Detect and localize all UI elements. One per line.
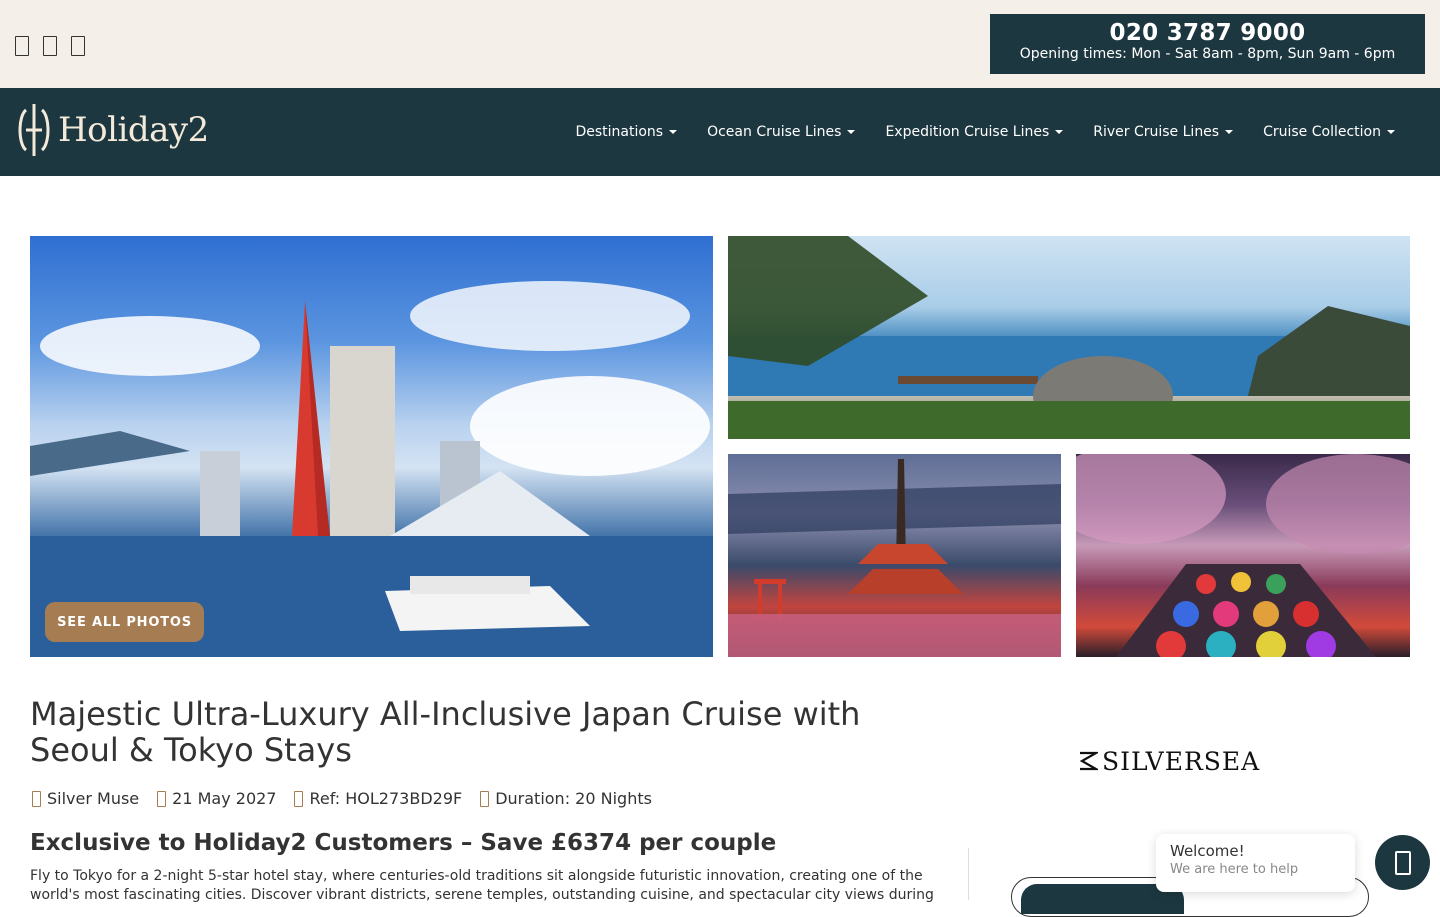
clock-icon: [480, 790, 490, 807]
duration-meta: Duration: 20 Nights: [478, 789, 652, 808]
exclusive-heading: Exclusive to Holiday2 Customers – Save £…: [30, 830, 777, 856]
site-logo[interactable]: Holiday2: [14, 102, 209, 158]
nav-menu: Destinations Ocean Cruise Lines Expediti…: [560, 88, 1410, 176]
gallery-coast-photo[interactable]: [728, 236, 1410, 439]
ship-icon: [32, 790, 41, 807]
cruise-line-logo: SILVERSEA: [1078, 746, 1302, 776]
tag-icon: [294, 790, 304, 807]
silversea-mark-icon: [1078, 749, 1101, 773]
social-links: [14, 33, 85, 57]
calendar-icon: [157, 790, 167, 807]
chat-welcome-bubble[interactable]: Welcome! We are here to help: [1156, 834, 1355, 892]
top-bar: 020 3787 9000 Opening times: Mon - Sat 8…: [0, 0, 1440, 88]
gallery-main-photo[interactable]: [30, 236, 713, 657]
phone-number[interactable]: 020 3787 9000: [990, 14, 1425, 45]
date-meta: 21 May 2027: [155, 789, 276, 808]
nav-item-cruise-collection[interactable]: Cruise Collection: [1248, 124, 1410, 140]
divider: [968, 848, 969, 900]
caret-down-icon: [1387, 130, 1395, 134]
chat-subtitle: We are here to help: [1170, 862, 1299, 877]
nav-item-label: Expedition Cruise Lines: [885, 124, 1050, 140]
phone-box[interactable]: 020 3787 9000 Opening times: Mon - Sat 8…: [990, 14, 1425, 74]
nav-item-destinations[interactable]: Destinations: [560, 124, 692, 140]
reference: Ref: HOL273BD29F: [309, 789, 463, 808]
chat-title: Welcome!: [1170, 842, 1245, 860]
twitter-icon[interactable]: [70, 33, 85, 57]
nav-item-label: Cruise Collection: [1263, 124, 1381, 140]
nav-item-expedition-cruise-lines[interactable]: Expedition Cruise Lines: [870, 124, 1078, 140]
main-nav: Holiday2 Destinations Ocean Cruise Lines…: [0, 88, 1440, 176]
opening-times: Opening times: Mon - Sat 8am - 8pm, Sun …: [1019, 46, 1396, 62]
cruise-meta: Silver Muse 21 May 2027 Ref: HOL273BD29F…: [30, 789, 652, 808]
gallery-pagoda-photo[interactable]: [728, 454, 1061, 657]
departure-date: 21 May 2027: [172, 789, 277, 808]
duration: Duration: 20 Nights: [495, 789, 652, 808]
facebook-icon[interactable]: [14, 33, 29, 57]
caret-down-icon: [669, 130, 678, 134]
ship-meta: Silver Muse: [30, 789, 139, 808]
caret-down-icon: [1225, 130, 1234, 134]
caret-down-icon: [847, 130, 856, 134]
caret-down-icon: [1055, 130, 1064, 134]
nav-item-label: River Cruise Lines: [1093, 124, 1220, 140]
ref-meta: Ref: HOL273BD29F: [292, 789, 462, 808]
nav-item-label: Destinations: [575, 124, 664, 140]
page-title: Majestic Ultra-Luxury All-Inclusive Japa…: [30, 695, 861, 769]
chat-button[interactable]: [1375, 835, 1430, 890]
logo-mark-icon: [14, 102, 54, 158]
gallery-lanterns-photo[interactable]: [1076, 454, 1410, 657]
nav-item-label: Ocean Cruise Lines: [707, 124, 842, 140]
logo-text: Holiday2: [58, 110, 209, 150]
instagram-icon[interactable]: [42, 33, 57, 57]
ship-name: Silver Muse: [47, 789, 140, 808]
brand-name: SILVERSEA: [1102, 746, 1261, 776]
nav-item-ocean-cruise-lines[interactable]: Ocean Cruise Lines: [692, 124, 870, 140]
see-all-photos-button[interactable]: SEE ALL PHOTOS: [45, 602, 204, 642]
nav-item-river-cruise-lines[interactable]: River Cruise Lines: [1078, 124, 1248, 140]
description: Fly to Tokyo for a 2-night 5-star hotel …: [30, 868, 934, 903]
chat-icon: [1394, 850, 1411, 875]
